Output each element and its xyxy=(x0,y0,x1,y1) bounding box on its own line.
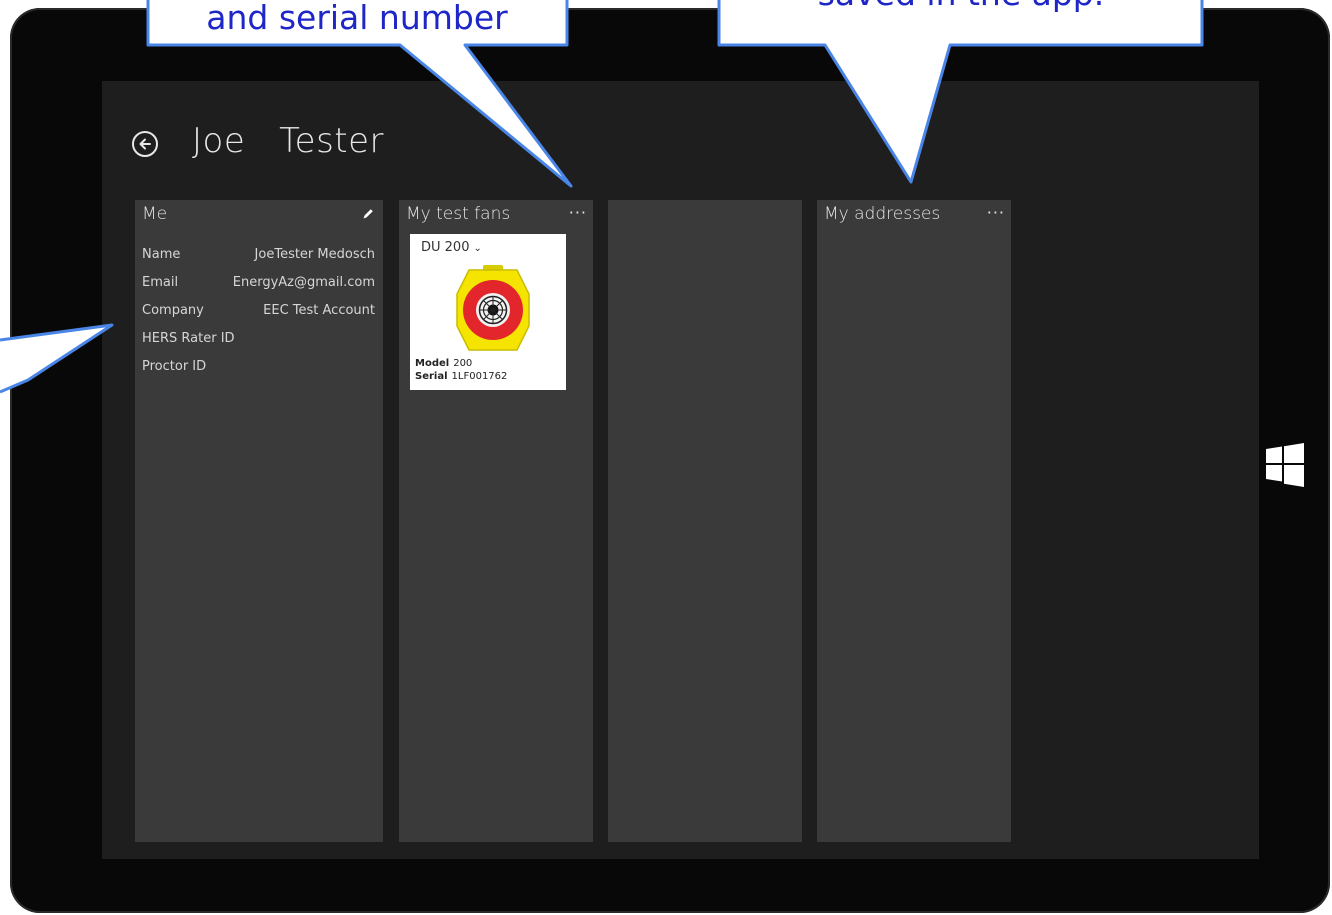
callout-top-left-text: and serial number xyxy=(206,0,508,37)
callout-top-right-text: saved in the app. xyxy=(722,0,1200,13)
callout-left-pointer xyxy=(0,0,1204,394)
